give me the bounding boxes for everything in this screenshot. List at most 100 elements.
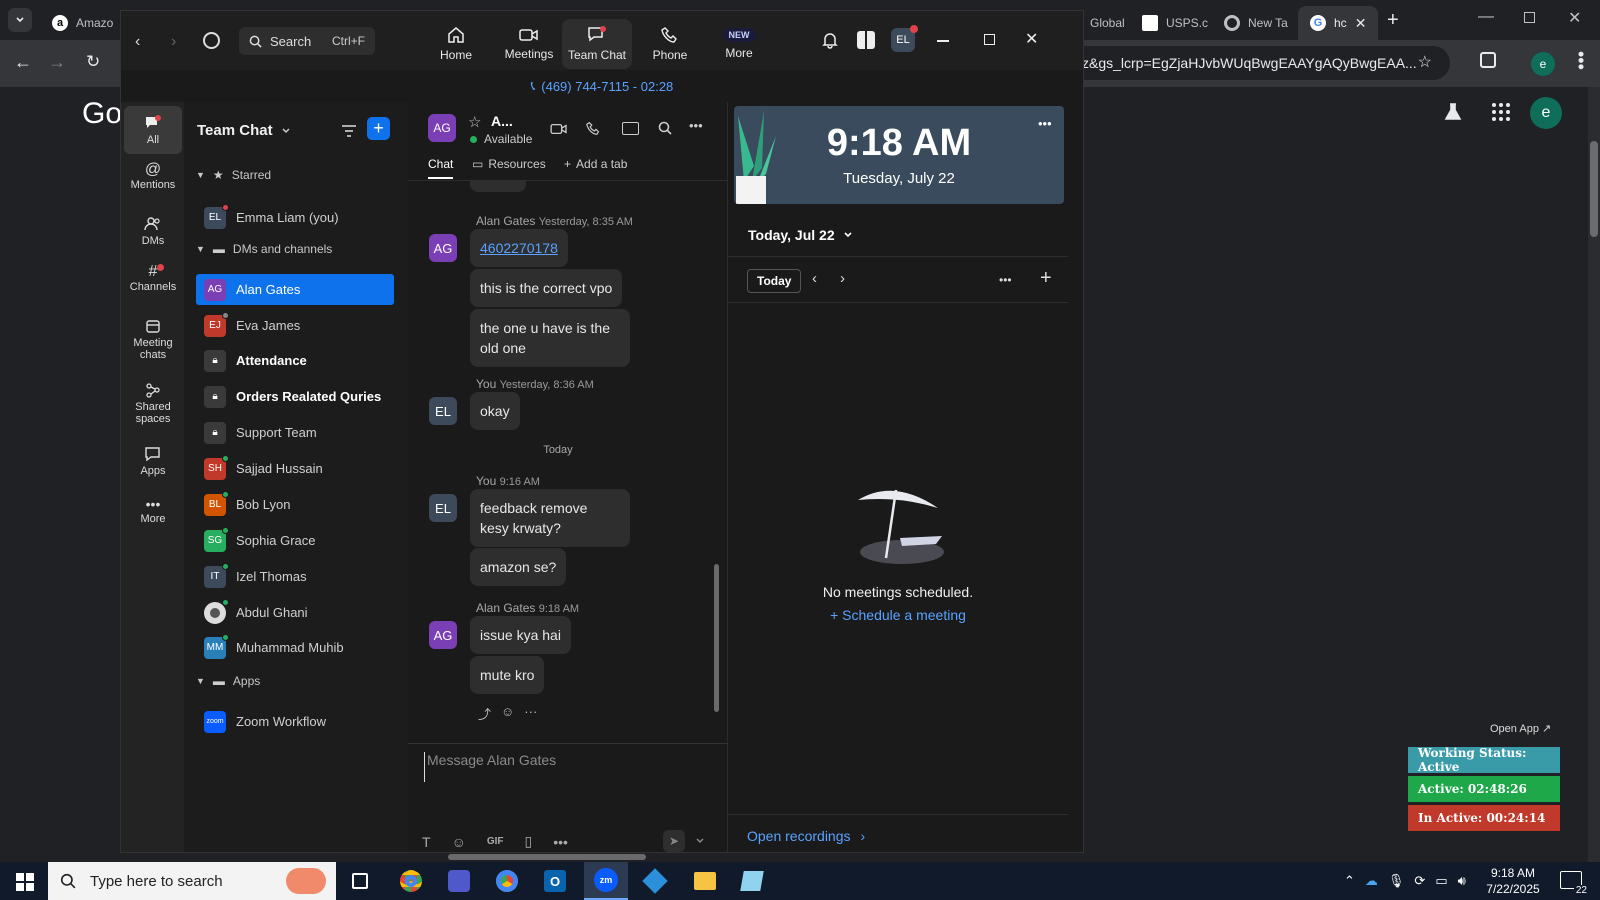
scrollbar-thumb[interactable] — [1590, 141, 1598, 237]
today-header[interactable]: Today, Jul 22 — [748, 227, 853, 243]
reply-icon[interactable]: ⤴ — [478, 704, 491, 723]
text-format-icon[interactable]: T — [422, 834, 431, 850]
browser-menu-icon[interactable]: ••• — [1571, 51, 1591, 70]
chrome-taskbar-icon[interactable] — [400, 870, 422, 892]
starred-section-header[interactable]: ▼ ★ Starred — [196, 168, 271, 182]
file-explorer-taskbar-icon[interactable] — [694, 872, 716, 890]
labs-flask-icon[interactable] — [1444, 103, 1462, 121]
tab-chat[interactable]: Chat — [428, 157, 454, 179]
back-arrow-icon[interactable]: ← — [14, 52, 32, 73]
zoom-maximize-button[interactable] — [984, 34, 995, 45]
today-button[interactable]: Today — [747, 269, 802, 293]
windows-start-icon[interactable] — [16, 873, 34, 891]
network-icon[interactable]: ▭ — [1435, 873, 1447, 889]
outlook-taskbar-icon[interactable]: O — [544, 870, 566, 892]
emoji-icon[interactable]: ☺ — [452, 834, 466, 850]
google-apps-icon[interactable] — [1492, 103, 1510, 121]
dms-section-header[interactable]: ▼ ▬ DMs and channels — [196, 242, 332, 256]
rail-meeting-chats[interactable]: Meeting chats — [124, 318, 182, 361]
team-chat-header[interactable]: Team Chat — [197, 122, 291, 139]
message-bubble[interactable]: 4602270178 — [470, 229, 568, 267]
gift-icon[interactable] — [857, 31, 875, 49]
send-button[interactable]: ➤ — [663, 830, 705, 852]
rail-channels[interactable]: # Channels — [124, 264, 182, 294]
phone-call-icon[interactable] — [586, 121, 601, 136]
back-icon[interactable]: ‹ — [135, 33, 140, 51]
app-taskbar-icon[interactable] — [642, 868, 668, 894]
close-icon[interactable]: ✕ — [1355, 15, 1367, 32]
tab-resources[interactable]: ▭ Resources — [472, 157, 546, 171]
new-tab-button[interactable]: + — [1387, 9, 1399, 32]
message-bubble[interactable]: mute kro — [470, 656, 545, 694]
open-recordings-link[interactable]: Open recordings › — [747, 828, 865, 844]
message-bubble[interactable]: the one u have is the old one — [470, 309, 630, 367]
list-item-attendance[interactable]: 🔒︎ Attendance — [196, 345, 394, 376]
message-bubble[interactable]: this is the correct vpo — [470, 269, 623, 307]
video-call-icon[interactable] — [550, 122, 568, 136]
sender-avatar[interactable]: AG — [429, 621, 457, 649]
list-item-sophia-grace[interactable]: SG Sophia Grace — [196, 525, 394, 556]
message-input[interactable]: Message Alan Gates — [424, 752, 714, 782]
nav-more[interactable]: NEW More — [704, 19, 774, 69]
browser-restore-button[interactable] — [1524, 12, 1535, 23]
favorite-star-icon[interactable]: ☆ — [468, 113, 481, 131]
google-account-avatar[interactable]: e — [1530, 97, 1562, 129]
list-item-orders-channel[interactable]: 🔒︎ Orders Realated Quries — [196, 381, 394, 412]
list-item-bob-lyon[interactable]: BL Bob Lyon — [196, 489, 394, 520]
onedrive-icon[interactable]: ☁ — [1365, 873, 1378, 889]
browser-tab-active[interactable]: G hc ✕ — [1298, 6, 1378, 40]
update-icon[interactable]: ⟳ — [1414, 873, 1425, 889]
next-day-icon[interactable]: › — [840, 270, 845, 287]
more-actions-icon[interactable]: ··· — [524, 704, 537, 723]
list-item-eva-james[interactable]: EJ Eva James — [196, 310, 394, 341]
chat-header-avatar[interactable]: AG — [428, 114, 456, 142]
composer-more-icon[interactable]: ••• — [553, 834, 568, 850]
chevron-up-icon[interactable]: ⌃ — [1344, 873, 1355, 889]
taskbar-search-box[interactable]: Type here to search — [48, 862, 336, 900]
page-scrollbar[interactable] — [1588, 87, 1600, 862]
gif-button[interactable]: GIF — [487, 836, 504, 847]
rail-dms[interactable]: DMs — [124, 216, 182, 247]
browser-tab[interactable]: New Ta — [1212, 6, 1292, 40]
browser-tab[interactable]: a Amazo — [40, 6, 120, 40]
bell-icon[interactable] — [821, 31, 839, 49]
list-item-zoom-workflow[interactable]: zoom Zoom Workflow — [196, 706, 394, 737]
open-app-link[interactable]: Open App ↗ — [1490, 722, 1551, 735]
notes-taskbar-icon[interactable] — [740, 871, 764, 891]
chat-more-icon[interactable]: ••• — [689, 118, 703, 133]
zoom-minimize-button[interactable] — [937, 40, 949, 42]
list-item-muhammad-muhib[interactable]: MM Muhammad Muhib — [196, 632, 394, 663]
history-icon[interactable] — [203, 32, 220, 49]
list-item-sajjad-hussain[interactable]: SH Sajjad Hussain — [196, 453, 394, 484]
message-bubble[interactable]: amazon se? — [470, 548, 567, 586]
nav-team-chat[interactable]: Team Chat — [562, 19, 632, 69]
extensions-icon[interactable] — [1480, 52, 1496, 68]
rail-more[interactable]: ••• More — [124, 497, 182, 525]
message-bubble[interactable]: okay — [470, 392, 520, 430]
chat-contact-name[interactable]: A... — [491, 113, 513, 129]
browser-tab[interactable]: USPS.c — [1130, 6, 1210, 40]
phone-number-link[interactable]: 4602270178 — [480, 240, 558, 256]
sender-avatar[interactable]: EL — [429, 494, 457, 522]
tab-add[interactable]: + Add a tab — [564, 157, 627, 171]
browser-profile-avatar[interactable]: e — [1531, 52, 1555, 76]
clock-more-icon[interactable]: ••• — [1038, 116, 1052, 131]
chat-scrollbar[interactable] — [714, 564, 719, 712]
volume-icon[interactable]: 🔊︎ — [1458, 873, 1466, 889]
bottom-scrollbar[interactable] — [448, 854, 646, 860]
list-item-emma-liam[interactable]: EL Emma Liam (you) — [196, 202, 394, 233]
teams-taskbar-icon[interactable] — [448, 870, 470, 892]
nav-phone[interactable]: Phone — [635, 19, 705, 69]
share-screen-icon[interactable] — [622, 122, 639, 135]
list-item-abdul-ghani[interactable]: Abdul Ghani — [196, 597, 394, 628]
taskbar-clock[interactable]: 9:18 AM 7/22/2025 — [1478, 865, 1548, 897]
message-bubble[interactable]: issue kya hai — [470, 616, 571, 654]
rail-mentions[interactable]: @ Mentions — [124, 162, 182, 192]
list-item-support-team[interactable]: 🔒︎ Support Team — [196, 417, 394, 448]
reload-icon[interactable]: ↻ — [86, 52, 100, 72]
list-item-izel-thomas[interactable]: IT Izel Thomas — [196, 561, 394, 592]
calendar-more-icon[interactable]: ••• — [999, 273, 1012, 287]
browser-tab[interactable]: Global — [1078, 6, 1138, 40]
active-call-bar[interactable]: 📞︎ (469) 744-7115 - 02:28 — [121, 70, 1083, 102]
task-view-icon[interactable] — [352, 873, 368, 889]
